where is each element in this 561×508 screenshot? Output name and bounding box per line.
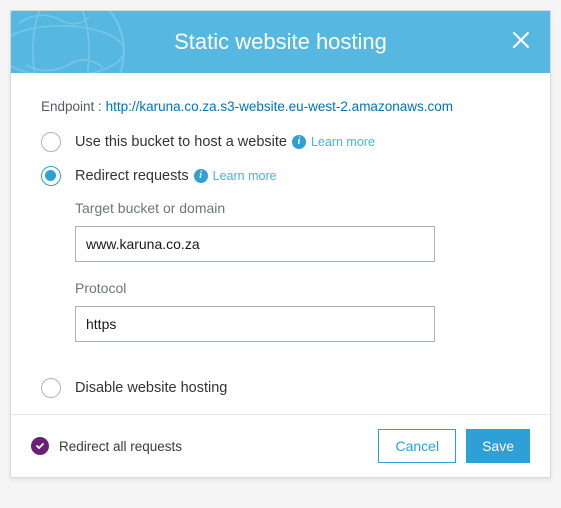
cancel-button[interactable]: Cancel bbox=[378, 429, 456, 463]
check-circle-icon bbox=[31, 437, 49, 455]
radio-redirect-requests[interactable] bbox=[41, 166, 61, 186]
option-host-label: Use this bucket to host a website bbox=[75, 132, 287, 152]
option-redirect-label: Redirect requests bbox=[75, 166, 189, 186]
learn-more-link[interactable]: Learn more bbox=[311, 132, 375, 152]
option-disable-label: Disable website hosting bbox=[75, 378, 227, 398]
modal-footer: Redirect all requests Cancel Save bbox=[11, 414, 550, 477]
option-disable-hosting[interactable]: Disable website hosting bbox=[41, 378, 520, 398]
target-bucket-label: Target bucket or domain bbox=[75, 200, 520, 216]
modal-header: Static website hosting bbox=[11, 11, 550, 73]
info-icon[interactable]: i bbox=[292, 135, 306, 149]
save-button[interactable]: Save bbox=[466, 429, 530, 463]
modal-title: Static website hosting bbox=[174, 29, 387, 55]
info-icon[interactable]: i bbox=[194, 169, 208, 183]
redirect-subform: Target bucket or domain Protocol bbox=[75, 200, 520, 360]
endpoint-label: Endpoint : bbox=[41, 99, 102, 114]
close-icon[interactable] bbox=[510, 29, 532, 56]
globe-decoration bbox=[11, 11, 131, 73]
option-host-website[interactable]: Use this bucket to host a website i Lear… bbox=[41, 132, 520, 152]
status-text: Redirect all requests bbox=[59, 439, 182, 454]
protocol-label: Protocol bbox=[75, 280, 520, 296]
radio-host-website[interactable] bbox=[41, 132, 61, 152]
radio-disable-hosting[interactable] bbox=[41, 378, 61, 398]
modal-body: Endpoint : http://karuna.co.za.s3-websit… bbox=[11, 73, 550, 414]
protocol-input[interactable] bbox=[75, 306, 435, 342]
endpoint-link[interactable]: http://karuna.co.za.s3-website.eu-west-2… bbox=[106, 99, 453, 114]
endpoint-row: Endpoint : http://karuna.co.za.s3-websit… bbox=[41, 99, 520, 114]
option-redirect-requests[interactable]: Redirect requests i Learn more bbox=[41, 166, 520, 186]
learn-more-link[interactable]: Learn more bbox=[213, 166, 277, 186]
static-website-hosting-modal: Static website hosting Endpoint : http:/… bbox=[10, 10, 551, 478]
target-bucket-input[interactable] bbox=[75, 226, 435, 262]
